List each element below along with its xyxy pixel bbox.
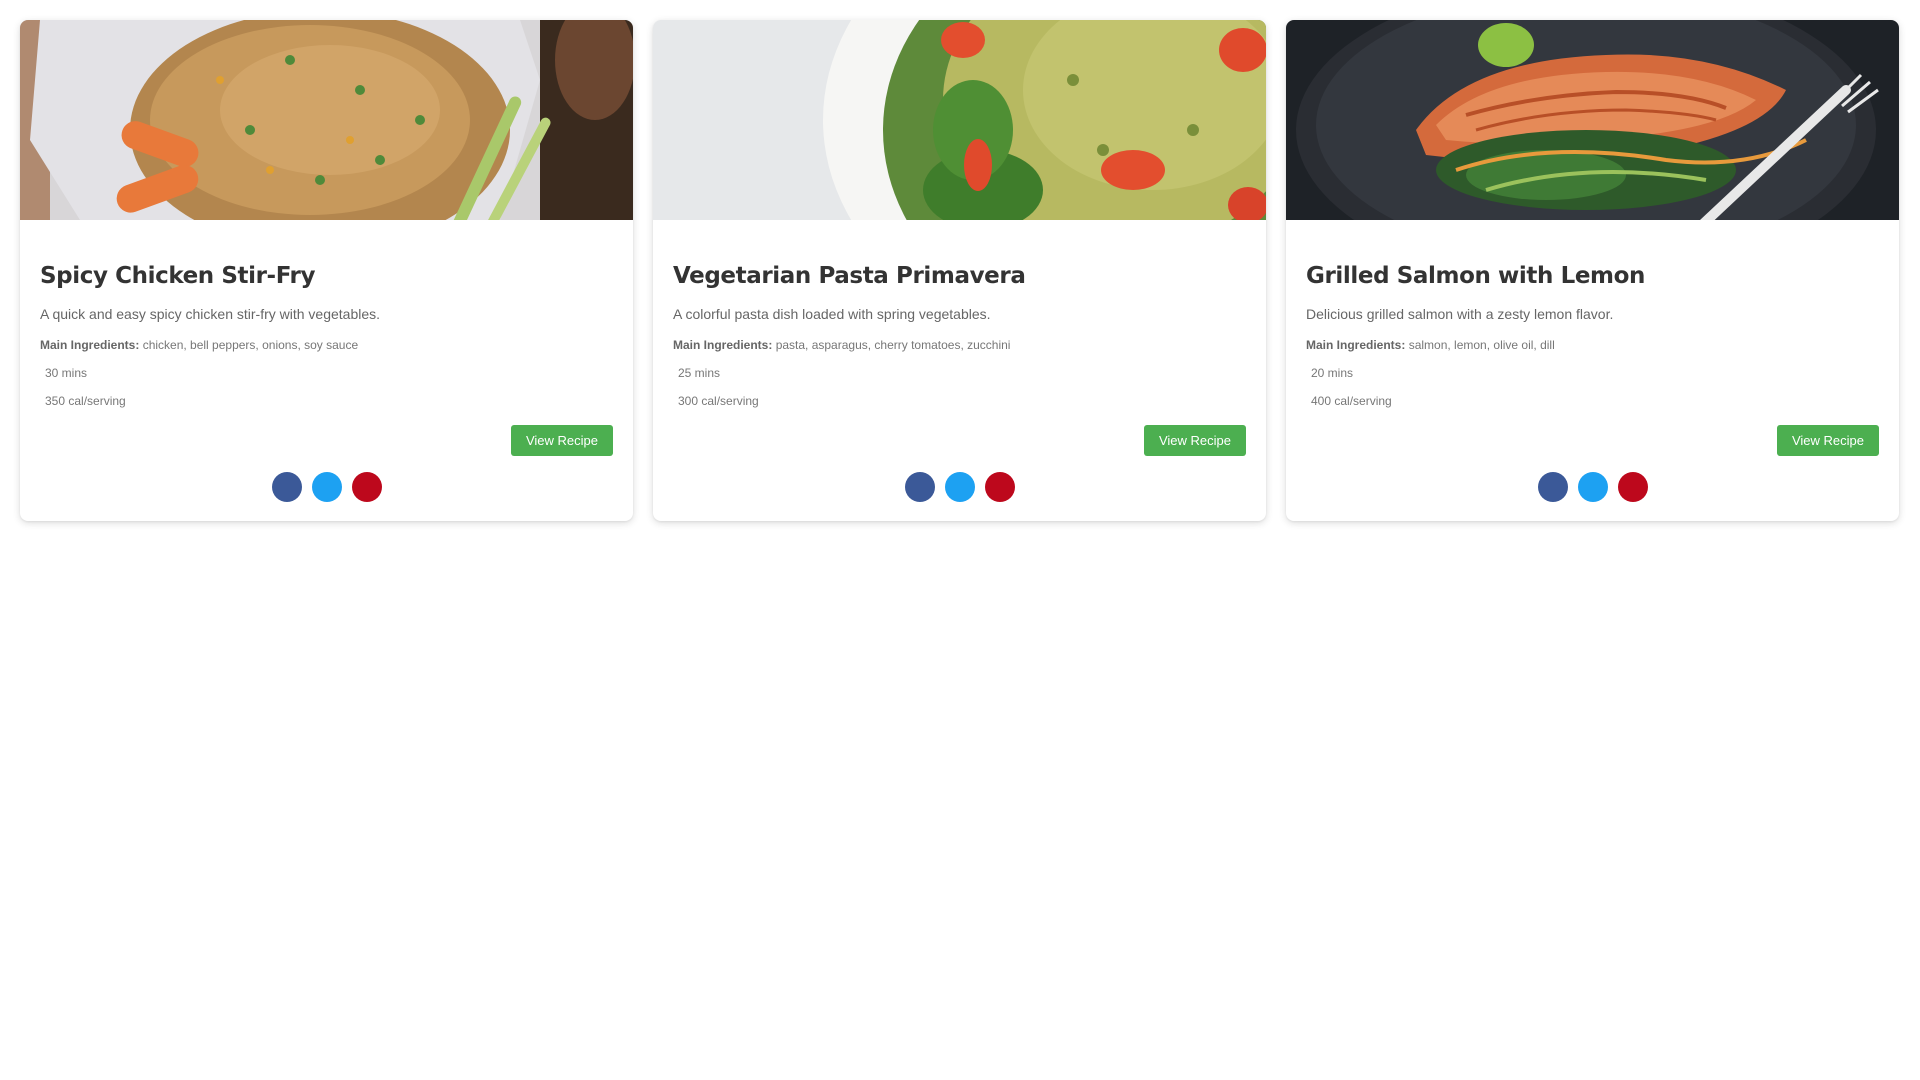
recipe-description: Delicious grilled salmon with a zesty le… <box>1306 306 1614 322</box>
recipe-card: Spicy Chicken Stir-Fry A quick and easy … <box>20 20 633 521</box>
recipe-description: A quick and easy spicy chicken stir-fry … <box>40 306 381 322</box>
facebook-icon[interactable] <box>271 472 302 502</box>
ingredients-list: salmon, lemon, olive oil, dill <box>1408 338 1555 352</box>
recipe-card: Grilled Salmon with Lemon Delicious gril… <box>1286 20 1899 521</box>
twitter-icon[interactable] <box>311 472 342 502</box>
calories: 400 cal/serving <box>1311 394 1392 408</box>
view-recipe-button[interactable]: View Recipe <box>1143 425 1246 456</box>
share-buttons <box>1286 472 1899 502</box>
recipe-description: A colorful pasta dish loaded with spring… <box>673 306 991 322</box>
calories: 350 cal/serving <box>45 394 126 408</box>
recipe-ingredients: Main Ingredients: chicken, bell peppers,… <box>40 337 613 353</box>
share-buttons <box>20 472 633 502</box>
recipe-title: Vegetarian Pasta Primavera <box>673 263 1026 289</box>
twitter-icon[interactable] <box>1577 472 1608 502</box>
share-buttons <box>653 472 1266 502</box>
view-recipe-button[interactable]: View Recipe <box>1776 425 1879 456</box>
calories: 300 cal/serving <box>678 394 759 408</box>
recipe-card: Vegetarian Pasta Primavera A colorful pa… <box>653 20 1266 521</box>
pinterest-icon[interactable] <box>1617 472 1648 502</box>
facebook-icon[interactable] <box>1537 472 1568 502</box>
pinterest-icon[interactable] <box>984 472 1015 502</box>
facebook-icon[interactable] <box>904 472 935 502</box>
cook-time: 30 mins <box>45 366 88 380</box>
pesto-pasta-photo <box>653 20 1266 220</box>
ingredients-list: pasta, asparagus, cherry tomatoes, zucch… <box>775 338 1011 352</box>
ingredients-label: Main Ingredients: <box>1306 338 1406 352</box>
view-recipe-button[interactable]: View Recipe <box>510 425 613 456</box>
cook-time: 20 mins <box>1311 366 1354 380</box>
fried-rice-photo <box>20 20 633 220</box>
ingredients-label: Main Ingredients: <box>673 338 773 352</box>
recipe-title: Grilled Salmon with Lemon <box>1306 263 1645 289</box>
grilled-salmon-photo <box>1286 20 1899 220</box>
recipe-card-grid: Spicy Chicken Stir-Fry A quick and easy … <box>20 20 1900 521</box>
recipe-ingredients: Main Ingredients: salmon, lemon, olive o… <box>1306 337 1879 353</box>
pinterest-icon[interactable] <box>351 472 382 502</box>
ingredients-list: chicken, bell peppers, onions, soy sauce <box>142 338 359 352</box>
twitter-icon[interactable] <box>944 472 975 502</box>
recipe-ingredients: Main Ingredients: pasta, asparagus, cher… <box>673 337 1246 353</box>
ingredients-label: Main Ingredients: <box>40 338 140 352</box>
cook-time: 25 mins <box>678 366 721 380</box>
recipe-title: Spicy Chicken Stir-Fry <box>40 263 316 289</box>
